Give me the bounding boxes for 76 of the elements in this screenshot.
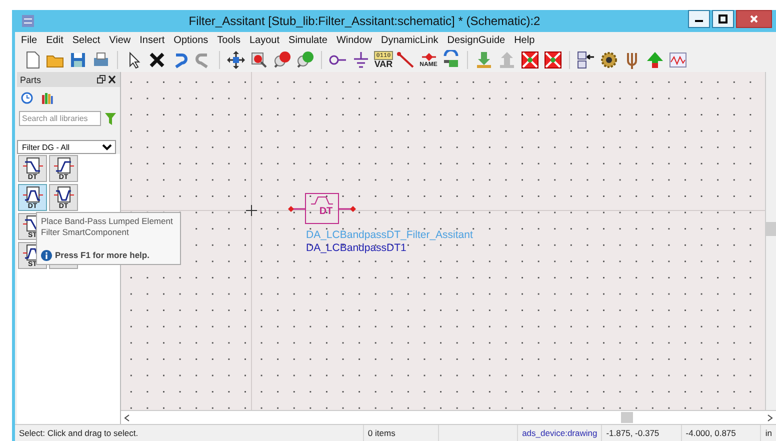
- move-icon: [226, 50, 246, 70]
- scroll-thumb[interactable]: [621, 412, 633, 423]
- filter-icon: [52, 156, 74, 174]
- delete-icon: [147, 50, 167, 70]
- horizontal-scrollbar[interactable]: [121, 410, 776, 424]
- bandpass-curve-icon: [310, 194, 334, 206]
- filter-icon: [52, 185, 74, 203]
- diamond-icon: [420, 52, 436, 62]
- panel-title: Parts: [20, 74, 42, 84]
- books-icon[interactable]: [41, 92, 53, 104]
- close-icon: [749, 14, 759, 24]
- search-field[interactable]: Search all libraries: [19, 111, 101, 126]
- instance-name: DA_LCBandpassDT1: [306, 242, 406, 254]
- gear-icon: [599, 50, 619, 70]
- ground-icon: [351, 50, 371, 70]
- window-title: Filter_Assitant [Stub_lib:Filter_Assitant:schematic] * (Schematic):2: [188, 14, 542, 28]
- menu-item[interactable]: DesignGuide: [447, 34, 506, 46]
- pop-up-icon: [497, 50, 517, 70]
- wire-icon: [396, 50, 416, 70]
- cross-box-icon: [520, 50, 540, 70]
- swap-icon: [441, 50, 461, 70]
- pin-lead: [288, 204, 305, 212]
- position-coordinates: -4.000, 0.875: [682, 425, 762, 441]
- clock-icon[interactable]: [21, 92, 33, 104]
- menu-item[interactable]: Select: [72, 34, 100, 46]
- library-dropdown[interactable]: Filter DG - All: [17, 140, 116, 154]
- filter-icon: [22, 156, 44, 174]
- layer-name: ads_device:drawing: [518, 425, 602, 441]
- float-icon: [97, 75, 106, 84]
- menu-item[interactable]: Window: [336, 34, 372, 46]
- units-label: in: [764, 427, 773, 440]
- menu-item[interactable]: DynamicLink: [381, 34, 438, 46]
- save-icon: [68, 50, 88, 70]
- zoom-in-icon: [272, 50, 292, 70]
- filter-symbol[interactable]: DT: [305, 193, 339, 224]
- toolbar-button[interactable]: [575, 49, 597, 71]
- crosshair-icon: [246, 205, 257, 216]
- menu-item[interactable]: View: [109, 34, 131, 46]
- app-icon: [21, 14, 35, 28]
- toolbar-button[interactable]: [519, 49, 541, 71]
- maximize-button[interactable]: [712, 10, 734, 28]
- up-arrow-icon: [645, 50, 665, 70]
- minimize-button[interactable]: [688, 10, 710, 28]
- zoom-icon: [249, 50, 269, 70]
- zoom-out-icon: [295, 50, 315, 70]
- toolbar-button[interactable]: [598, 49, 620, 71]
- item-count: 0 items: [364, 425, 439, 441]
- vertical-scrollbar[interactable]: [765, 72, 776, 410]
- filter-icon[interactable]: [105, 112, 116, 124]
- list-icon: [576, 50, 596, 70]
- cursor-coordinates: -1.875, -0.375: [602, 425, 682, 441]
- close-icon[interactable]: [106, 75, 117, 84]
- toolbar-button[interactable]: [225, 49, 247, 71]
- toolbar-button[interactable]: [542, 49, 564, 71]
- component-name: DA_LCBandpassDT_Filter_Assitant: [306, 229, 473, 241]
- status-message: Select: Click and drag to select.: [15, 425, 364, 441]
- menu-item[interactable]: Options: [174, 34, 208, 46]
- info-icon: [41, 250, 52, 261]
- component-label: DT: [319, 206, 333, 217]
- menu-item[interactable]: Simulate: [288, 34, 328, 46]
- graph-icon: [668, 50, 688, 70]
- maximize-icon: [718, 14, 728, 24]
- scroll-thumb[interactable]: [766, 222, 776, 236]
- menu-item[interactable]: Tools: [217, 34, 240, 46]
- scroll-left-icon: [123, 414, 131, 422]
- menu-item[interactable]: Insert: [140, 34, 165, 46]
- menu-item[interactable]: Help: [514, 34, 535, 46]
- scroll-right-icon: [766, 414, 774, 422]
- close-button[interactable]: [736, 10, 772, 28]
- filter-icon: [22, 185, 44, 203]
- menu-item[interactable]: File: [21, 34, 38, 46]
- pin-lead: [339, 204, 356, 212]
- push-down-icon: [474, 50, 494, 70]
- menu-item[interactable]: Edit: [46, 34, 64, 46]
- menu-item[interactable]: Layout: [250, 34, 280, 46]
- cross-box-icon: [543, 50, 563, 70]
